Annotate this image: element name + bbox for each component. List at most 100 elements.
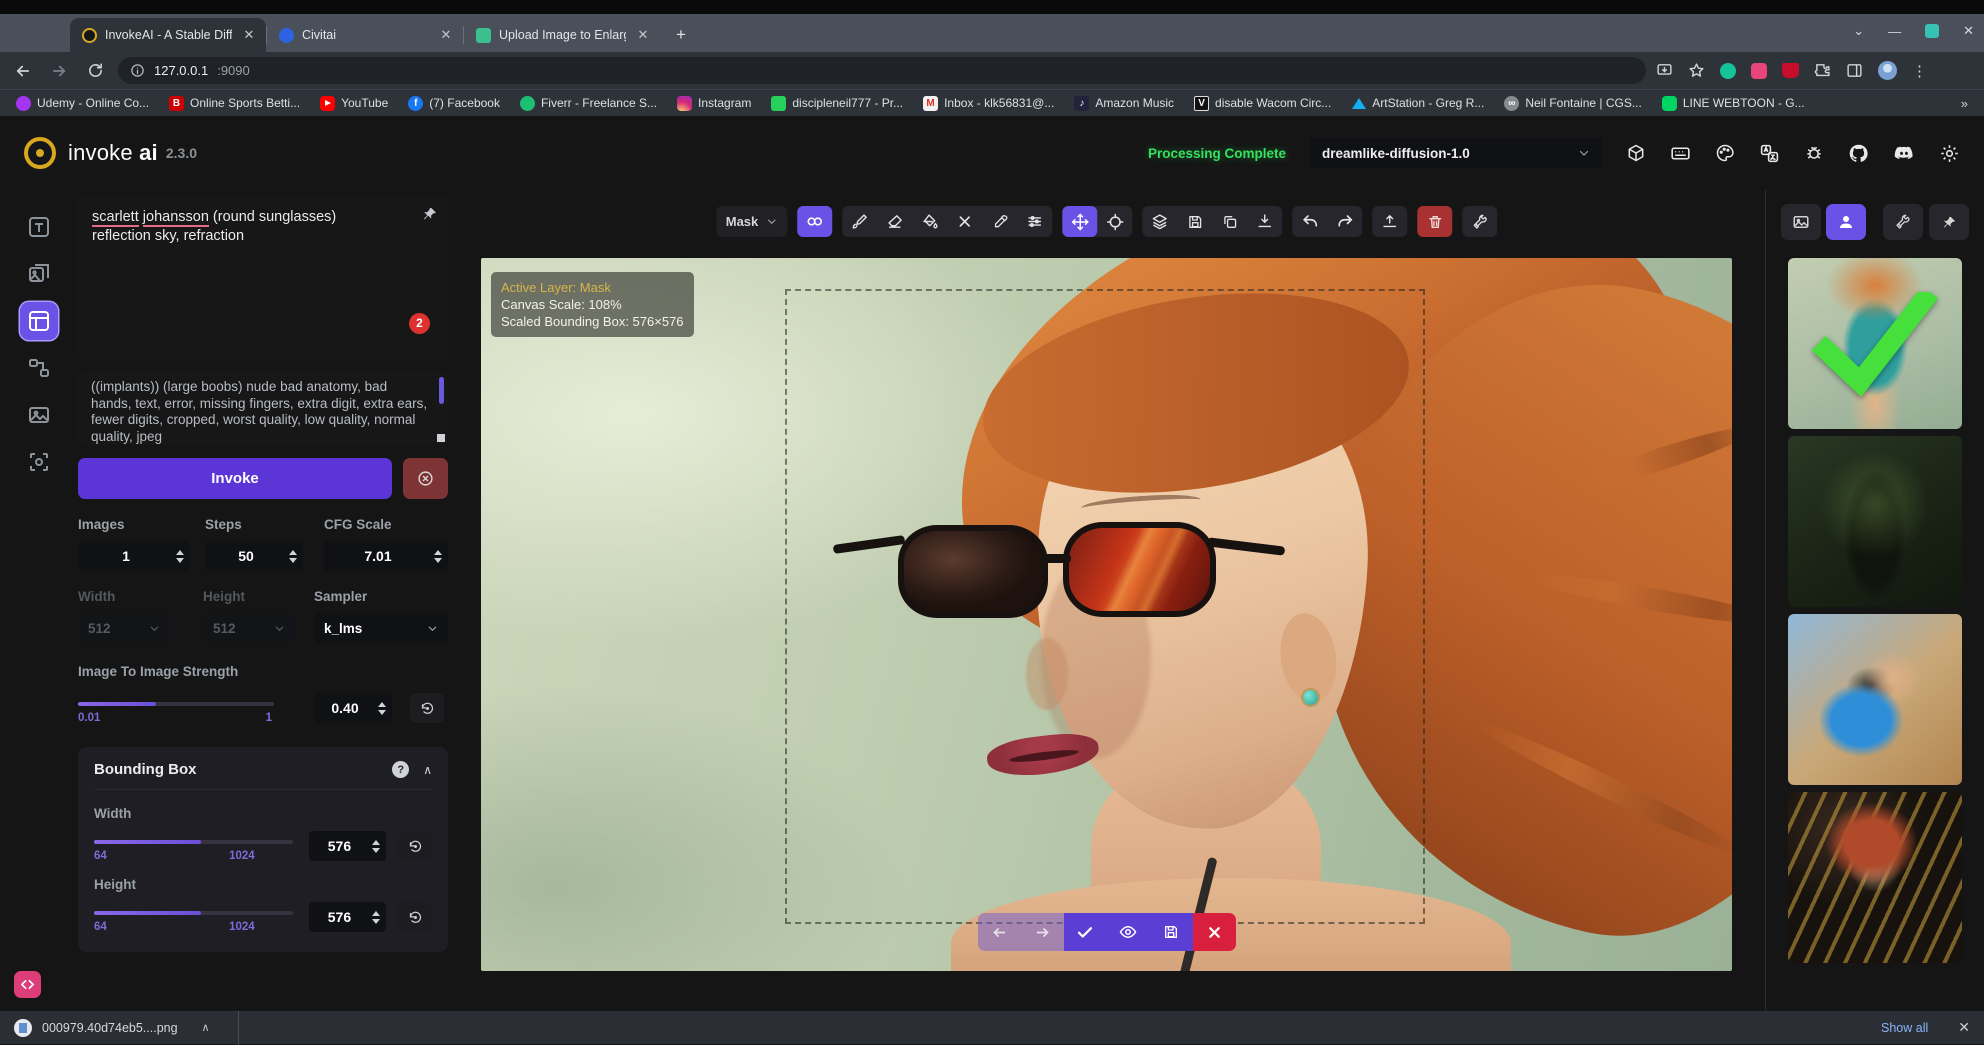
install-icon[interactable] xyxy=(1656,62,1673,79)
i2i-strength-input[interactable]: 0.40 xyxy=(314,693,392,723)
download-bar-close-icon[interactable]: ✕ xyxy=(1958,1019,1970,1036)
bookmarks-overflow-icon[interactable]: » xyxy=(1961,96,1968,111)
forward-button[interactable] xyxy=(46,58,72,84)
gallery-thumbnail[interactable] xyxy=(1788,614,1962,785)
console-toggle-button[interactable] xyxy=(14,971,41,998)
i2i-strength-slider[interactable]: 0.01 1 xyxy=(78,693,274,723)
reload-button[interactable] xyxy=(82,58,108,84)
gallery-thumbnail[interactable] xyxy=(1788,792,1962,963)
save-to-gallery-button[interactable] xyxy=(1177,206,1212,237)
gallery-settings-button[interactable] xyxy=(1883,204,1923,240)
bbox-width-reset-button[interactable] xyxy=(398,831,432,861)
stepper[interactable] xyxy=(372,831,380,861)
bbox-height-reset-button[interactable] xyxy=(398,902,432,932)
bbox-width-slider[interactable]: 64 1024 xyxy=(94,831,293,861)
bookmark-star-icon[interactable] xyxy=(1688,62,1705,79)
eraser-tool-button[interactable] xyxy=(877,206,912,237)
window-accent-icon[interactable] xyxy=(1925,24,1939,38)
layer-select[interactable]: Mask xyxy=(716,206,788,237)
bookmark-facebook[interactable]: f(7) Facebook xyxy=(408,96,500,111)
fill-tool-button[interactable] xyxy=(912,206,947,237)
gallery-user-tab[interactable] xyxy=(1826,204,1866,240)
move-tool-button[interactable] xyxy=(1062,206,1097,237)
stepper[interactable] xyxy=(176,541,184,571)
prompt-input[interactable]: scarlett johansson (round sunglasses) re… xyxy=(78,196,448,360)
window-menu-icon[interactable]: ⌄ xyxy=(1853,23,1864,39)
tab-close-icon[interactable]: ✕ xyxy=(240,26,258,44)
address-bar[interactable]: 127.0.0.1:9090 xyxy=(118,57,1646,84)
merge-layers-button[interactable] xyxy=(1142,206,1177,237)
tab-close-icon[interactable]: ✕ xyxy=(634,26,652,44)
scrollbar-thumb[interactable] xyxy=(439,377,444,404)
bookmark-youtube[interactable]: YouTube xyxy=(320,96,388,111)
stepper[interactable] xyxy=(434,541,442,571)
bbox-height-slider[interactable]: 64 1024 xyxy=(94,902,293,932)
tab-image-to-image[interactable] xyxy=(20,255,58,293)
gallery-images-tab[interactable] xyxy=(1781,204,1821,240)
hotkeys-keyboard-icon[interactable] xyxy=(1670,143,1691,164)
canvas-image[interactable]: Active Layer: Mask Canvas Scale: 108% Sc… xyxy=(481,258,1732,971)
tab-civitai[interactable]: Civitai ✕ xyxy=(267,18,463,52)
canvas-settings-button[interactable] xyxy=(1462,206,1497,237)
cancel-button[interactable] xyxy=(403,458,448,499)
settings-gear-icon[interactable] xyxy=(1939,143,1960,164)
adblock-extension-icon[interactable] xyxy=(1782,63,1799,78)
download-expand-icon[interactable]: ∧ xyxy=(202,1021,210,1034)
pin-icon[interactable] xyxy=(422,206,438,222)
tab-close-icon[interactable]: ✕ xyxy=(437,26,455,44)
color-picker-button[interactable] xyxy=(982,206,1017,237)
brush-tool-button[interactable] xyxy=(842,206,877,237)
staging-preview-button[interactable] xyxy=(1107,913,1150,951)
tab-text-to-image[interactable] xyxy=(20,208,58,246)
bug-icon[interactable] xyxy=(1804,143,1824,163)
gallery-thumbnail-selected[interactable] xyxy=(1788,258,1962,429)
staging-next-button[interactable] xyxy=(1021,913,1064,951)
mask-tool-button[interactable] xyxy=(797,206,832,237)
model-manager-cube-icon[interactable] xyxy=(1626,143,1646,163)
bookmark-discipleneil[interactable]: discipleneil777 - Pr... xyxy=(771,96,903,111)
i2i-strength-reset-button[interactable] xyxy=(410,693,444,723)
reset-view-button[interactable] xyxy=(1097,206,1132,237)
collapse-chevron-icon[interactable]: ∧ xyxy=(423,763,432,777)
clear-mask-button[interactable] xyxy=(947,206,982,237)
tab-upload-image[interactable]: Upload Image to Enlarge & Enha ✕ xyxy=(464,18,660,52)
brush-options-button[interactable] xyxy=(1017,206,1052,237)
sampler-select[interactable]: k_lms xyxy=(314,613,448,643)
upload-image-button[interactable] xyxy=(1372,206,1407,237)
gallery-pin-button[interactable] xyxy=(1929,204,1969,240)
negative-prompt-input[interactable]: ((implants)) (large boobs) nude bad anat… xyxy=(78,371,448,445)
width-select[interactable]: 512 xyxy=(78,613,170,643)
window-minimize-button[interactable]: — xyxy=(1888,24,1901,39)
bookmark-neil-fontaine[interactable]: ∞Neil Fontaine | CGS... xyxy=(1504,96,1642,111)
window-close-button[interactable]: ✕ xyxy=(1963,23,1974,39)
translate-icon[interactable] xyxy=(1759,143,1780,164)
side-panel-icon[interactable] xyxy=(1846,62,1863,79)
height-select[interactable]: 512 xyxy=(203,613,295,643)
invoke-button[interactable]: Invoke xyxy=(78,458,392,499)
staging-previous-button[interactable] xyxy=(978,913,1021,951)
discord-icon[interactable] xyxy=(1893,142,1915,164)
download-item[interactable]: 000979.40d74eb5....png ∧ xyxy=(14,1019,210,1037)
profile-avatar[interactable] xyxy=(1878,61,1897,80)
theme-palette-icon[interactable] xyxy=(1715,143,1735,163)
browser-menu-icon[interactable]: ⋮ xyxy=(1912,62,1927,80)
bounding-box-header[interactable]: Bounding Box ? ∧ xyxy=(94,761,432,790)
stepper[interactable] xyxy=(372,902,380,932)
cfg-scale-input[interactable]: 7.01 xyxy=(324,541,448,571)
model-select[interactable]: dreamlike-diffusion-1.0 xyxy=(1310,138,1602,168)
bounding-box-selection[interactable] xyxy=(785,289,1425,924)
new-tab-button[interactable]: + xyxy=(668,22,694,48)
tab-nodes[interactable] xyxy=(20,349,58,387)
staging-discard-button[interactable] xyxy=(1193,913,1236,951)
undo-button[interactable] xyxy=(1292,206,1327,237)
gallery-thumbnail[interactable] xyxy=(1788,436,1962,607)
grammarly-extension-icon[interactable] xyxy=(1720,63,1736,79)
bookmark-webtoon[interactable]: LINE WEBTOON - G... xyxy=(1662,96,1805,111)
stepper[interactable] xyxy=(378,693,386,723)
help-icon[interactable]: ? xyxy=(392,761,409,778)
bookmark-artstation[interactable]: ArtStation - Greg R... xyxy=(1351,96,1484,111)
bookmark-instagram[interactable]: Instagram xyxy=(677,96,751,111)
pink-extension-icon[interactable] xyxy=(1751,63,1767,79)
bookmark-wacom[interactable]: Vdisable Wacom Circ... xyxy=(1194,96,1331,111)
images-input[interactable]: 1 xyxy=(78,541,190,571)
